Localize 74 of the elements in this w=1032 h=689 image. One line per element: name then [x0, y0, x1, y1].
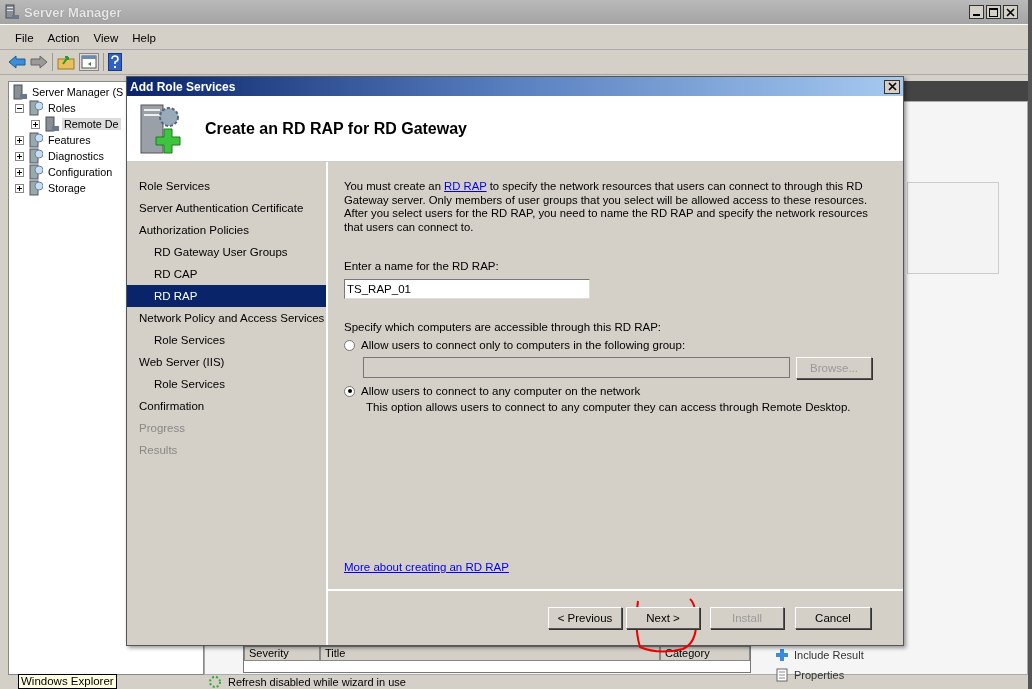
dialog-title: Add Role Services — [130, 79, 236, 94]
wizard-step[interactable]: Role Services — [127, 329, 326, 351]
tree-item[interactable]: Remote De — [62, 118, 121, 130]
close-icon — [1006, 7, 1015, 17]
wizard-step[interactable]: RD CAP — [127, 263, 326, 285]
wizard-step[interactable]: RD Gateway User Groups — [127, 241, 326, 263]
plus-icon — [775, 648, 789, 662]
radio-button[interactable] — [344, 339, 355, 351]
minimize-icon — [973, 14, 980, 16]
tree-item[interactable]: Roles — [46, 102, 78, 114]
section-label: Specify which computers are accessible through this RD RAP: — [344, 321, 663, 333]
wizard-button[interactable]: Cancel — [795, 607, 871, 629]
radio-button[interactable] — [344, 385, 355, 397]
wizard-step[interactable]: Role Services — [127, 373, 326, 395]
option-label[interactable]: Allow users to connect to any computer on the network — [361, 385, 641, 397]
server-icon — [27, 148, 43, 164]
tree-item[interactable]: Server Manager (S — [30, 86, 126, 98]
intro-paragraph: You must create an RD RAP to specify the network resources that users can connect to through this RD Gateway server. Only members of user groups that you select will be allowed access to these resources. After you select users for the RD RAP, you need to name the RD RAP and specify the network resources that users can connect to. — [344, 180, 869, 234]
wizard-step[interactable]: Web Server (IIS) — [127, 351, 326, 373]
menu-item[interactable]: View — [86, 32, 126, 44]
menu-item[interactable]: Action — [40, 32, 87, 44]
server-icon — [11, 84, 27, 100]
tree-item[interactable]: Features — [46, 134, 93, 146]
wizard-step[interactable]: Server Authentication Certificate — [127, 197, 326, 219]
tree-item[interactable]: Configuration — [46, 166, 115, 178]
rd-rap-link[interactable]: RD RAP — [444, 180, 487, 192]
wizard-step[interactable]: RD RAP — [127, 285, 326, 307]
wizard-step[interactable]: Confirmation — [127, 395, 326, 417]
panel-icon[interactable] — [79, 53, 99, 71]
expand-icon[interactable] — [15, 135, 24, 145]
expand-icon[interactable] — [31, 119, 40, 129]
column-header[interactable]: Title — [320, 646, 660, 661]
close-button[interactable] — [884, 79, 900, 94]
server-icon — [43, 116, 59, 132]
wizard-step[interactable]: Network Policy and Access Services — [127, 307, 326, 329]
server-icon — [27, 164, 43, 180]
wizard-step[interactable]: Role Services — [127, 175, 326, 197]
server-icon — [4, 4, 20, 20]
status-text: Refresh disabled while wizard in use — [228, 676, 406, 688]
page-heading: Create an RD RAP for RD Gateway — [205, 119, 467, 138]
maximize-button[interactable] — [986, 5, 1001, 19]
server-icon — [27, 180, 43, 196]
column-header[interactable]: Severity — [244, 646, 320, 661]
window-title: Server Manager — [24, 4, 122, 20]
expand-icon[interactable] — [15, 167, 24, 177]
minimize-button[interactable] — [969, 5, 984, 19]
option-label[interactable]: Allow users to connect only to computers in the following group: — [361, 339, 686, 351]
expand-icon[interactable] — [15, 183, 24, 193]
option-description: This option allows users to connect to any computer they can access through Remote Desktop. — [366, 401, 852, 413]
tooltip: Windows Explorer — [18, 674, 117, 689]
name-field[interactable]: TS_RAP_01 — [344, 279, 590, 299]
forward-arrow-icon[interactable] — [30, 54, 48, 70]
field-label: Enter a name for the RD RAP: — [344, 260, 500, 272]
wizard-step[interactable]: Authorization Policies — [127, 219, 326, 241]
expand-icon[interactable] — [15, 151, 24, 161]
menu-item[interactable]: Help — [125, 32, 163, 44]
wizard-button[interactable]: < Previous — [548, 607, 622, 629]
server-icon — [27, 132, 43, 148]
tree-item[interactable]: Storage — [46, 182, 88, 194]
help-icon[interactable] — [108, 53, 122, 71]
wizard-button[interactable]: Next > — [626, 607, 700, 629]
action-link[interactable]: Properties — [794, 669, 845, 681]
spinner-icon — [208, 675, 222, 689]
maximize-icon — [989, 7, 998, 17]
server-icon — [27, 100, 43, 116]
close-icon — [887, 82, 897, 91]
help-link[interactable]: More about creating an RD RAP — [344, 561, 509, 573]
back-arrow-icon[interactable] — [8, 54, 26, 70]
close-button[interactable] — [1003, 5, 1018, 19]
menu-item[interactable]: File — [8, 32, 41, 44]
collapse-icon[interactable] — [15, 103, 24, 113]
tree-item[interactable]: Diagnostics — [46, 150, 106, 162]
column-header[interactable]: Category — [660, 646, 750, 661]
action-link[interactable]: Include Result — [794, 649, 864, 661]
